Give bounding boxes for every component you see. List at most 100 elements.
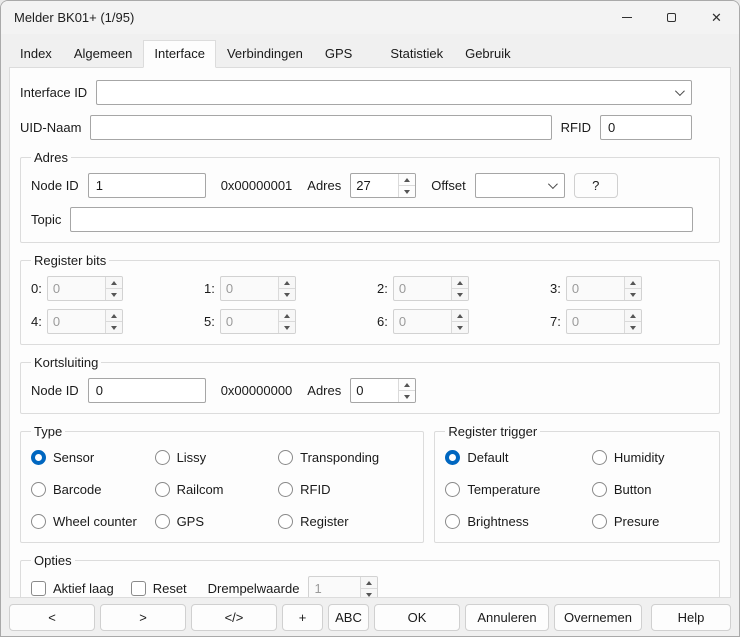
aktief-laag-checkbox[interactable]: Aktief laag (31, 578, 114, 598)
bit-4-cell: 4: (31, 309, 190, 334)
radio-temperature[interactable]: Temperature (445, 479, 586, 500)
bit-5-spinner-input[interactable] (221, 310, 278, 333)
bit-4-spinner-input[interactable] (48, 310, 105, 333)
radio-gps[interactable]: GPS (155, 511, 273, 532)
offset-combobox[interactable] (475, 173, 565, 198)
node-id-input[interactable] (88, 173, 206, 198)
next-button[interactable]: > (100, 604, 186, 631)
radio-humidity[interactable]: Humidity (592, 447, 709, 468)
bit-2-spinner[interactable] (393, 276, 469, 301)
close-button[interactable]: ✕ (694, 1, 739, 34)
kortsluiting-node-id-input[interactable] (88, 378, 206, 403)
reset-checkbox[interactable]: Reset (131, 578, 187, 598)
radio-presure[interactable]: Presure (592, 511, 709, 532)
kortsluiting-adres-spinner-input[interactable] (351, 379, 398, 402)
spin-down-button[interactable] (625, 288, 641, 300)
spin-up-button[interactable] (279, 310, 295, 321)
radio-lissy[interactable]: Lissy (155, 447, 273, 468)
help-question-button[interactable]: ? (574, 173, 618, 198)
tab-verbindingen[interactable]: Verbindingen (216, 40, 314, 68)
bit-5-spinner[interactable] (220, 309, 296, 334)
radio-button[interactable]: Button (592, 479, 709, 500)
minimize-button[interactable] (604, 1, 649, 34)
bit-1-spinner-input[interactable] (221, 277, 278, 300)
bit-3-spinner[interactable] (566, 276, 642, 301)
tab-gebruik[interactable]: Gebruik (454, 40, 522, 68)
add-button[interactable]: + (282, 604, 323, 631)
help-button[interactable]: Help (651, 604, 731, 631)
radio-transponding[interactable]: Transponding (278, 447, 413, 468)
apply-button[interactable]: Overnemen (554, 604, 642, 631)
adres-spinner-input[interactable] (351, 174, 398, 197)
radio-barcode[interactable]: Barcode (31, 479, 149, 500)
code-button[interactable]: </> (191, 604, 277, 631)
cancel-button[interactable]: Annuleren (465, 604, 549, 631)
bit-0-spinner[interactable] (47, 276, 123, 301)
kortsluiting-group: Kortsluiting Node ID 0x00000000 Adres (20, 355, 720, 414)
chevron-down-icon (675, 86, 685, 96)
register-trigger-group: Register trigger Default Humidity Temper… (434, 424, 720, 543)
spin-down-button[interactable] (106, 321, 122, 333)
tab-gps[interactable]: GPS (314, 40, 379, 68)
spin-up-button[interactable] (625, 310, 641, 321)
bit-1-spinner[interactable] (220, 276, 296, 301)
previous-button[interactable]: < (9, 604, 95, 631)
spin-down-button[interactable] (279, 321, 295, 333)
topic-input[interactable] (70, 207, 693, 232)
bit-7-spinner-input[interactable] (567, 310, 624, 333)
maximize-button[interactable] (649, 1, 694, 34)
radio-wheel-counter[interactable]: Wheel counter (31, 511, 149, 532)
uid-naam-input[interactable] (90, 115, 551, 140)
ok-button[interactable]: OK (374, 604, 460, 631)
bit-6-spinner-input[interactable] (394, 310, 451, 333)
drempelwaarde-spinner-input[interactable] (309, 577, 360, 598)
spin-down-button[interactable] (106, 288, 122, 300)
spin-up-button[interactable] (106, 277, 122, 288)
spinner-buttons (624, 310, 641, 333)
radio-rfid[interactable]: RFID (278, 479, 413, 500)
bit-0-spinner-input[interactable] (48, 277, 105, 300)
spin-up-button[interactable] (625, 277, 641, 288)
kortsluiting-adres-spinner[interactable] (350, 378, 416, 403)
bit-4-spinner[interactable] (47, 309, 123, 334)
tab-index[interactable]: Index (9, 40, 63, 68)
checkbox-icon (31, 581, 46, 596)
kortsluiting-hex-value: 0x00000000 (221, 383, 293, 398)
tab-algemeen[interactable]: Algemeen (63, 40, 144, 68)
spin-up-button[interactable] (452, 277, 468, 288)
radio-railcom[interactable]: Railcom (155, 479, 273, 500)
drempelwaarde-label: Drempelwaarde (208, 581, 300, 596)
spin-up-button[interactable] (279, 277, 295, 288)
spin-down-button[interactable] (399, 185, 415, 197)
bit-7-spinner[interactable] (566, 309, 642, 334)
spin-down-button[interactable] (361, 588, 377, 598)
adres-spinner[interactable] (350, 173, 416, 198)
bit-3-spinner-input[interactable] (567, 277, 624, 300)
radio-register[interactable]: Register (278, 511, 413, 532)
radio-sensor[interactable]: Sensor (31, 447, 149, 468)
spin-up-button[interactable] (399, 174, 415, 185)
spin-up-button[interactable] (399, 379, 415, 390)
radio-default[interactable]: Default (445, 447, 586, 468)
abc-button[interactable]: ABC (328, 604, 369, 631)
rfid-input[interactable] (600, 115, 692, 140)
radio-icon (278, 514, 293, 529)
radio-brightness[interactable]: Brightness (445, 511, 586, 532)
tab-statistiek[interactable]: Statistiek (379, 40, 454, 68)
spin-up-button[interactable] (452, 310, 468, 321)
spin-up-button[interactable] (361, 577, 377, 588)
bit-6-spinner[interactable] (393, 309, 469, 334)
titlebar: Melder BK01+ (1/95) ✕ (1, 1, 739, 34)
spin-down-button[interactable] (625, 321, 641, 333)
radio-icon (278, 482, 293, 497)
interface-id-combobox[interactable] (96, 80, 692, 105)
tab-interface[interactable]: Interface (143, 40, 216, 68)
spin-up-button[interactable] (106, 310, 122, 321)
spin-down-button[interactable] (399, 390, 415, 402)
bit-2-spinner-input[interactable] (394, 277, 451, 300)
spin-down-button[interactable] (452, 321, 468, 333)
spinner-buttons (360, 577, 377, 598)
spin-down-button[interactable] (452, 288, 468, 300)
spin-down-button[interactable] (279, 288, 295, 300)
drempelwaarde-spinner[interactable] (308, 576, 378, 598)
